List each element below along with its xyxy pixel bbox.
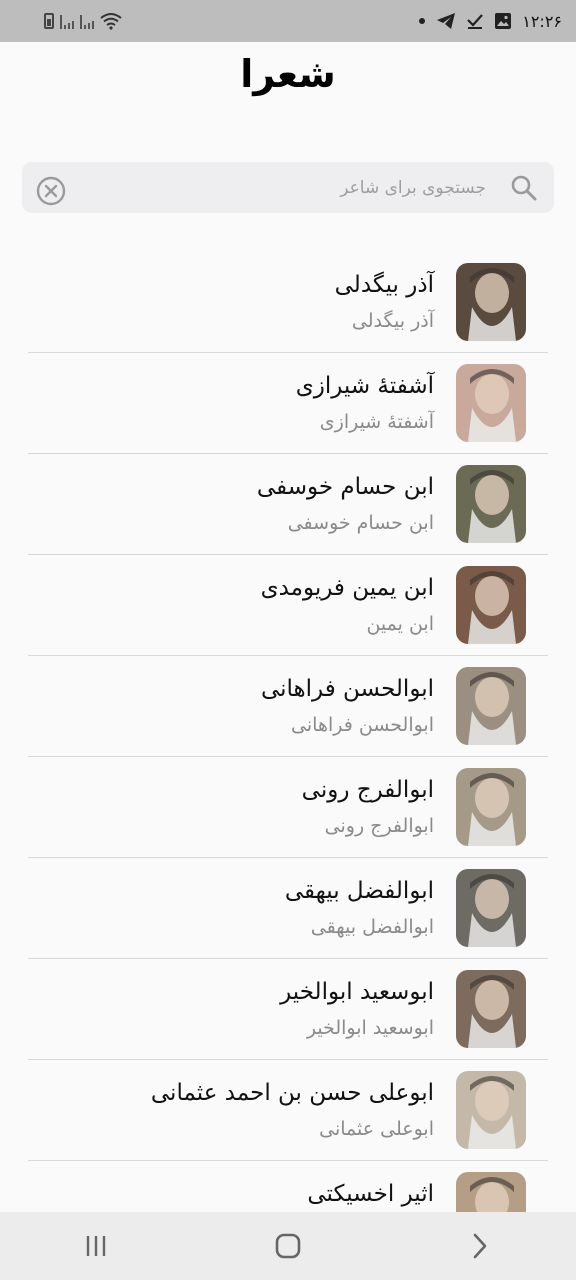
portrait-image (456, 667, 526, 745)
poet-subtitle: ابوالفرج رونی (324, 815, 434, 837)
poet-avatar (456, 667, 526, 745)
poet-subtitle: ابن یمین (366, 613, 434, 635)
portrait-image (456, 869, 526, 947)
portrait-image (456, 465, 526, 543)
poet-avatar (456, 566, 526, 644)
poet-list-item[interactable]: ابوعلی حسن بن احمد عثمانی ابوعلی عثمانی (0, 1060, 576, 1161)
poet-avatar (456, 263, 526, 341)
search-icon[interactable] (510, 174, 538, 202)
poet-avatar (456, 768, 526, 846)
poet-list-item[interactable]: ابوالفضل بیهقی ابوالفضل بیهقی (0, 858, 576, 959)
clear-search-icon[interactable] (36, 176, 66, 206)
telegram-icon (437, 13, 456, 29)
poet-subtitle: ابوعلی عثمانی (319, 1118, 434, 1140)
page-title: شعرا (240, 52, 336, 96)
status-left (44, 12, 122, 30)
status-right: ۱۲:۲۶ (418, 12, 562, 31)
poet-list-item[interactable]: ابن حسام خوسفی ابن حسام خوسفی (0, 454, 576, 555)
poet-list-item[interactable]: ابوالفرج رونی ابوالفرج رونی (0, 757, 576, 858)
signal-icon-2 (80, 13, 94, 29)
poet-list: آذر بیگدلی آذر بیگدلی آشفتهٔ شیرازی آشفتهٔ … (0, 252, 576, 1262)
poet-name: ابوالفضل بیهقی (284, 878, 434, 904)
status-bar: ۱۲:۲۶ (0, 0, 576, 42)
poet-subtitle: ابوالفضل بیهقی (310, 916, 434, 938)
status-time: ۱۲:۲۶ (522, 11, 562, 31)
poet-list-item[interactable]: ابن یمین فریومدی ابن یمین (0, 555, 576, 656)
poet-subtitle: ابوسعید ابوالخیر (306, 1017, 434, 1039)
home-button[interactable] (258, 1216, 318, 1276)
notification-dot-icon (419, 18, 426, 24)
poet-list-item[interactable]: آشفتهٔ شیرازی آشفتهٔ شیرازی (0, 353, 576, 454)
home-icon (275, 1233, 301, 1259)
search-bar[interactable] (22, 162, 554, 213)
portrait-image (456, 1071, 526, 1149)
poet-avatar (456, 970, 526, 1048)
navigation-bar (0, 1212, 576, 1280)
portrait-image (456, 566, 526, 644)
portrait-image (456, 970, 526, 1048)
check-icon (467, 14, 484, 29)
recent-apps-icon (86, 1236, 106, 1256)
poet-avatar (456, 364, 526, 442)
search-input[interactable] (94, 170, 488, 206)
poet-name: آشفتهٔ شیرازی (295, 373, 434, 399)
portrait-image (456, 768, 526, 846)
poet-avatar (456, 465, 526, 543)
poet-name: آذر بیگدلی (334, 272, 434, 298)
battery-icon (44, 13, 54, 29)
recent-apps-button[interactable] (66, 1216, 126, 1276)
poet-name: ابوعلی حسن بن احمد عثمانی (150, 1080, 434, 1106)
signal-icon (60, 13, 74, 29)
back-icon (473, 1233, 487, 1259)
poet-name: ابوسعید ابوالخیر (280, 979, 434, 1005)
poet-name: ابوالفرج رونی (301, 777, 434, 803)
poet-name: ابن حسام خوسفی (256, 474, 434, 500)
poet-subtitle: آشفتهٔ شیرازی (319, 411, 434, 433)
poet-list-item[interactable]: آذر بیگدلی آذر بیگدلی (0, 252, 576, 353)
image-icon (495, 13, 512, 29)
back-button[interactable] (450, 1216, 510, 1276)
poet-avatar (456, 1071, 526, 1149)
poet-list-item[interactable]: ابوسعید ابوالخیر ابوسعید ابوالخیر (0, 959, 576, 1060)
poet-subtitle: ابوالحسن فراهانی (291, 714, 434, 736)
poet-list-item[interactable]: ابوالحسن فراهانی ابوالحسن فراهانی (0, 656, 576, 757)
poet-name: ابوالحسن فراهانی (260, 676, 434, 702)
portrait-image (456, 364, 526, 442)
poet-name: ابن یمین فریومدی (260, 575, 434, 601)
poet-subtitle: ابن حسام خوسفی (287, 512, 434, 534)
poet-avatar (456, 869, 526, 947)
poet-subtitle: آذر بیگدلی (351, 310, 434, 332)
poet-name: اثیر اخسیکتی (307, 1181, 434, 1207)
wifi-icon (100, 13, 122, 30)
portrait-image (456, 263, 526, 341)
